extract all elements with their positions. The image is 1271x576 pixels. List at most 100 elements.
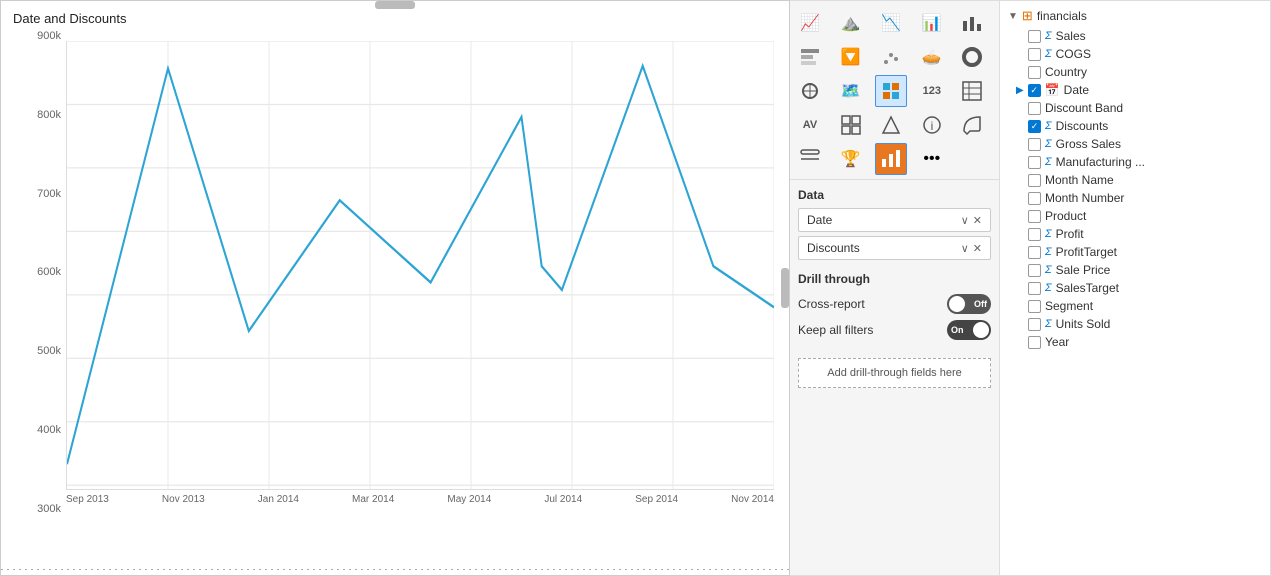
y-label-900k: 900k <box>37 31 61 42</box>
viz-scatter-icon[interactable] <box>875 41 907 73</box>
date-label: Date <box>1064 83 1262 97</box>
viz-av-icon[interactable]: AV <box>794 109 826 141</box>
product-checkbox[interactable] <box>1028 210 1041 223</box>
sales-target-checkbox[interactable] <box>1028 282 1041 295</box>
manufacturing-sigma-icon: Σ <box>1045 156 1052 168</box>
viz-bar-chart-icon[interactable]: 📊 <box>916 7 948 39</box>
discounts-pill-remove[interactable]: ✕ <box>973 242 982 255</box>
date-pill-chevron[interactable]: ∨ <box>961 214 969 227</box>
field-row-cogs[interactable]: Σ COGS <box>1000 45 1270 63</box>
discounts-pill[interactable]: Discounts ∨ ✕ <box>798 236 991 260</box>
date-pill[interactable]: Date ∨ ✕ <box>798 208 991 232</box>
drill-add-fields-box[interactable]: Add drill-through fields here <box>798 358 991 388</box>
x-label-sep2013: Sep 2013 <box>66 494 109 505</box>
viz-table-icon[interactable] <box>956 75 988 107</box>
profit-target-label: ProfitTarget <box>1056 245 1262 259</box>
x-label-jul2014: Jul 2014 <box>544 494 582 505</box>
viz-slicer-icon[interactable] <box>794 143 826 175</box>
gross-sales-checkbox[interactable] <box>1028 138 1041 151</box>
cogs-sigma-icon: Σ <box>1045 48 1052 60</box>
field-row-segment[interactable]: Segment <box>1000 297 1270 315</box>
viz-area-chart-icon[interactable]: ⛰️ <box>835 7 867 39</box>
viz-filter-icon[interactable]: 🔽 <box>835 41 867 73</box>
year-label: Year <box>1045 335 1262 349</box>
viz-matrix-icon[interactable] <box>794 75 826 107</box>
keep-filters-state: On <box>951 325 964 335</box>
date-checkbox[interactable] <box>1028 84 1041 97</box>
viz-bar2-icon[interactable]: 🏆 <box>835 143 867 175</box>
field-row-date[interactable]: ▶ 📅 Date <box>1000 81 1270 99</box>
units-sold-label: Units Sold <box>1056 317 1262 331</box>
viz-pie-icon[interactable]: 🥧 <box>916 41 948 73</box>
field-row-gross-sales[interactable]: Σ Gross Sales <box>1000 135 1270 153</box>
segment-checkbox[interactable] <box>1028 300 1041 313</box>
viz-bubble-icon[interactable] <box>956 109 988 141</box>
fields-tree: ▼ ⊞ financials Σ Sales Σ COGS Country ▶ … <box>1000 1 1270 355</box>
field-row-profit-target[interactable]: Σ ProfitTarget <box>1000 243 1270 261</box>
field-row-month-name[interactable]: Month Name <box>1000 171 1270 189</box>
discounts-pill-chevron[interactable]: ∨ <box>961 242 969 255</box>
viz-donut-icon[interactable] <box>956 41 988 73</box>
profit-sigma-icon: Σ <box>1045 228 1052 240</box>
discounts-label: Discounts <box>1056 119 1262 133</box>
y-label-500k: 500k <box>37 346 61 357</box>
financials-chevron-icon: ▼ <box>1008 11 1018 22</box>
country-checkbox[interactable] <box>1028 66 1041 79</box>
fields-panel: ▼ ⊞ financials Σ Sales Σ COGS Country ▶ … <box>1000 0 1271 576</box>
month-number-checkbox[interactable] <box>1028 192 1041 205</box>
y-label-600k: 600k <box>37 267 61 278</box>
field-row-month-number[interactable]: Month Number <box>1000 189 1270 207</box>
field-row-sales-target[interactable]: Σ SalesTarget <box>1000 279 1270 297</box>
viz-more-icon[interactable]: ••• <box>916 143 948 175</box>
y-label-800k: 800k <box>37 110 61 121</box>
units-sold-checkbox[interactable] <box>1028 318 1041 331</box>
keep-filters-label: Keep all filters <box>798 323 873 337</box>
sales-checkbox[interactable] <box>1028 30 1041 43</box>
viz-line-chart-icon[interactable]: 📈 <box>794 7 826 39</box>
viz-123-icon[interactable]: 123 <box>916 75 948 107</box>
field-row-year[interactable]: Year <box>1000 333 1270 351</box>
keep-filters-toggle[interactable]: On <box>947 320 991 340</box>
date-pill-remove[interactable]: ✕ <box>973 214 982 227</box>
field-row-country[interactable]: Country <box>1000 63 1270 81</box>
cogs-checkbox[interactable] <box>1028 48 1041 61</box>
field-row-discount-band[interactable]: Discount Band <box>1000 99 1270 117</box>
viz-line-area-icon[interactable]: 📉 <box>875 7 907 39</box>
discounts-checkbox[interactable] <box>1028 120 1041 133</box>
cross-report-toggle[interactable]: Off <box>947 294 991 314</box>
viz-map-icon[interactable]: 🗺️ <box>835 75 867 107</box>
year-checkbox[interactable] <box>1028 336 1041 349</box>
tree-parent-financials[interactable]: ▼ ⊞ financials <box>1000 5 1270 27</box>
field-row-product[interactable]: Product <box>1000 207 1270 225</box>
viz-key-inf-icon[interactable]: i <box>916 109 948 141</box>
data-section-label: Data <box>798 188 991 202</box>
cross-report-state: Off <box>974 299 987 309</box>
viz-decomp-icon[interactable] <box>875 109 907 141</box>
field-row-profit[interactable]: Σ Profit <box>1000 225 1270 243</box>
viz-stacked-bar-icon[interactable] <box>794 41 826 73</box>
manufacturing-checkbox[interactable] <box>1028 156 1041 169</box>
field-row-units-sold[interactable]: Σ Units Sold <box>1000 315 1270 333</box>
x-label-nov2014: Nov 2014 <box>731 494 774 505</box>
viz-column-chart-icon[interactable] <box>956 7 988 39</box>
sale-price-checkbox[interactable] <box>1028 264 1041 277</box>
month-name-checkbox[interactable] <box>1028 174 1041 187</box>
resize-handle-top[interactable] <box>375 1 415 9</box>
field-row-sale-price[interactable]: Σ Sale Price <box>1000 261 1270 279</box>
date-expand-icon[interactable]: ▶ <box>1016 85 1024 96</box>
field-row-sales[interactable]: Σ Sales <box>1000 27 1270 45</box>
profit-target-sigma-icon: Σ <box>1045 246 1052 258</box>
viz-matrix2-icon[interactable] <box>835 109 867 141</box>
profit-target-checkbox[interactable] <box>1028 246 1041 259</box>
units-sold-sigma-icon: Σ <box>1045 318 1052 330</box>
resize-handle-right[interactable] <box>781 268 789 308</box>
profit-checkbox[interactable] <box>1028 228 1041 241</box>
discount-band-checkbox[interactable] <box>1028 102 1041 115</box>
viz-active-icon[interactable] <box>875 143 907 175</box>
field-row-discounts[interactable]: Σ Discounts <box>1000 117 1270 135</box>
line-chart-svg <box>67 41 774 489</box>
date-calendar-icon: 📅 <box>1045 83 1060 97</box>
chart-title: Date and Discounts <box>13 11 126 26</box>
field-row-manufacturing[interactable]: Σ Manufacturing ... <box>1000 153 1270 171</box>
viz-filled-map-icon[interactable] <box>875 75 907 107</box>
